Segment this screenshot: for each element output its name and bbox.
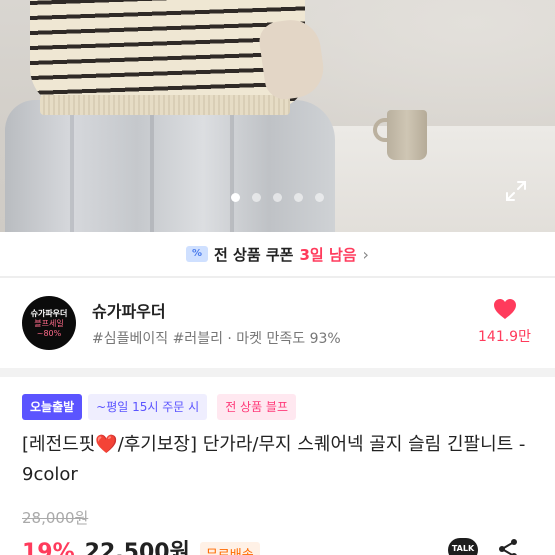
share-icon[interactable] — [497, 538, 519, 555]
sale-badge: 전 상품 블프 — [217, 394, 297, 420]
product-title-part1: [레전드핏 — [22, 434, 96, 455]
shop-logo[interactable]: 슈가파우더 블프세일 ~80% — [22, 296, 76, 350]
shop-info[interactable]: 슈가파우더 블프세일 ~80% 슈가파우더 #심플베이직 #러블리 · 마켓 만… — [0, 290, 555, 360]
photo-mug — [387, 110, 427, 160]
product-title: [레전드핏❤️/후기보장] 단가라/무지 스퀘어넥 골지 슬림 긴팔니트 - 9… — [22, 430, 542, 490]
discount-rate: 19% — [22, 540, 75, 555]
photo-skirt-fold — [70, 110, 74, 232]
like-count: 141.9만 — [478, 329, 531, 345]
shop-logo-percent: ~80% — [36, 329, 62, 338]
gallery-dot[interactable] — [315, 193, 324, 202]
coupon-icon — [186, 246, 209, 262]
heart-icon[interactable] — [493, 298, 517, 320]
today-shipping-badge: 오늘출발 — [22, 394, 83, 420]
photo-skirt-fold — [150, 110, 154, 232]
original-price: 28,000원 — [22, 509, 89, 527]
shop-name[interactable]: 슈가파우더 — [92, 298, 166, 322]
sale-price: 22,500원 — [84, 540, 190, 555]
gallery-dot-active[interactable] — [231, 193, 240, 202]
talk-icon[interactable]: TALK — [448, 538, 478, 555]
gallery-dot[interactable] — [273, 193, 282, 202]
gallery-pagination — [0, 193, 555, 205]
coupon-remaining: 3일 남음 — [299, 245, 357, 264]
shop-tags: #심플베이직 #러블리 · 마켓 만족도 93% — [92, 331, 341, 347]
shop-logo-name: 슈가파우더 — [30, 309, 68, 318]
photo-skirt — [5, 100, 335, 232]
coupon-text: 전 상품 쿠폰 — [214, 245, 294, 264]
photo-skirt-fold — [230, 110, 234, 232]
badge-row: 오늘출발 ~평일 15시 주문 시 전 상품 블프 — [22, 394, 297, 420]
gallery-dot[interactable] — [252, 193, 261, 202]
product-image-gallery[interactable] — [0, 0, 555, 232]
expand-icon[interactable] — [504, 179, 528, 203]
shop-logo-sale: 블프세일 — [34, 319, 64, 328]
order-deadline-badge: ~평일 15시 주문 시 — [88, 394, 208, 420]
coupon-banner[interactable]: 전 상품 쿠폰 3일 남음 › — [0, 232, 555, 277]
free-shipping-badge: 무료배송 — [199, 542, 260, 555]
photo-sweater-hem — [40, 95, 290, 115]
chevron-right-icon: › — [362, 244, 369, 264]
divider — [0, 277, 555, 278]
price-row: 19% 22,500원 무료배송 — [22, 534, 260, 555]
heart-emoji-icon: ❤️ — [95, 434, 118, 455]
section-divider — [0, 368, 555, 377]
gallery-dot[interactable] — [294, 193, 303, 202]
